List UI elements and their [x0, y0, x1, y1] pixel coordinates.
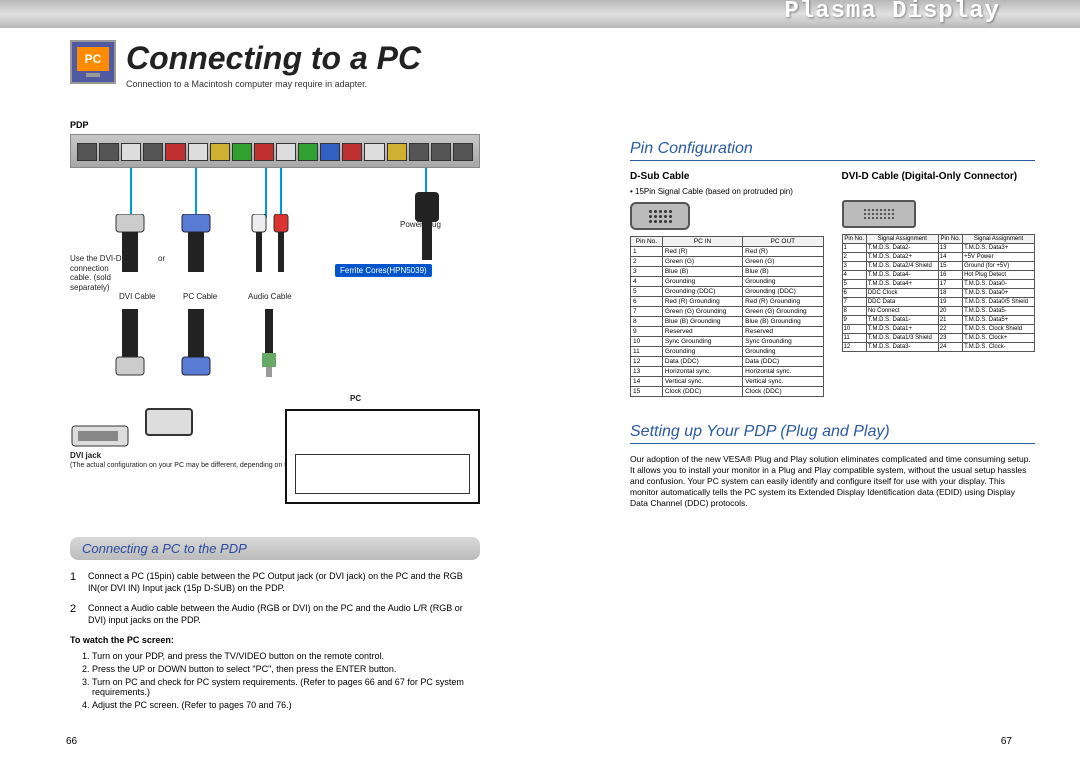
left-column: PDP Use the DVI-D connection cable. (sol… [70, 120, 480, 713]
setup-heading: Setting up Your PDP (Plug and Play) [630, 423, 1035, 444]
dvi-cable-label: DVI Cable [119, 292, 155, 302]
vga-port-icon [145, 408, 193, 436]
audio-jack-icon [256, 309, 282, 379]
rca-audio-icon [248, 214, 294, 274]
header-stripe: Plasma Display [0, 0, 1080, 28]
step-2: Connect a Audio cable between the Audio … [88, 602, 480, 626]
dsub-section: D-Sub Cable • 15Pin Signal Cable (based … [630, 171, 824, 397]
step-1: Connect a PC (15pin) cable between the P… [88, 570, 480, 594]
dvi-jack-icon [70, 424, 130, 448]
dsub-pin-table: Pin No.PC INPC OUT1Red (R)Red (R)2Green … [630, 236, 824, 397]
dsub-connector-icon [630, 202, 690, 230]
audio-cable-label: Audio Cable [248, 292, 292, 302]
dvi-note: Use the DVI-D connection cable. (sold se… [70, 254, 128, 292]
connection-diagram: Use the DVI-D connection cable. (sold se… [70, 134, 480, 519]
pdp-label: PDP [70, 120, 480, 130]
dvi-jack-note: DVI jack (The actual configuration on yo… [70, 424, 319, 470]
page-number-left: 66 [66, 736, 77, 747]
dvi-pin-table: Pin No.Signal AssignmentPin No.Signal As… [842, 234, 1036, 352]
page-header: PC Connecting to a PC Connection to a Ma… [70, 40, 1080, 89]
vga-connector-icon [178, 214, 214, 274]
ferrite-tag: Ferrite Cores(HPN5039) [335, 264, 432, 277]
page-number-right: 67 [1001, 736, 1012, 747]
brand-title: Plasma Display [784, 0, 1000, 25]
power-plug-label: Power Plug [400, 220, 441, 230]
vga-connector-lower-icon [178, 309, 214, 379]
pdp-rear-panel [70, 134, 480, 168]
or-label: or [158, 254, 165, 264]
right-column: Pin Configuration D-Sub Cable • 15Pin Si… [630, 140, 1035, 509]
dvi-connector-drawing-icon [842, 200, 916, 228]
setup-section: Setting up Your PDP (Plug and Play) Our … [630, 423, 1035, 509]
dvi-connector-lower-icon [112, 309, 148, 379]
connection-steps: 1Connect a PC (15pin) cable between the … [70, 570, 480, 627]
pc-cable-label: PC Cable [183, 292, 217, 302]
page-subtitle: Connection to a Macintosh computer may r… [126, 79, 421, 89]
section-bar: Connecting a PC to the PDP [70, 537, 480, 560]
pc-monitor-icon: PC [70, 40, 116, 84]
page-title: Connecting to a PC [126, 40, 421, 77]
pc-label: PC [350, 394, 361, 403]
title-block: Connecting to a PC Connection to a Macin… [126, 40, 421, 89]
pin-config-heading: Pin Configuration [630, 140, 1035, 161]
setup-body: Our adoption of the new VESA® Plug and P… [630, 454, 1035, 509]
watch-instructions: To watch the PC screen: Turn on your PDP… [70, 635, 480, 710]
dvi-section: DVI-D Cable (Digital-Only Connector) Pin… [842, 171, 1036, 397]
pc-tower-icon [285, 409, 480, 504]
